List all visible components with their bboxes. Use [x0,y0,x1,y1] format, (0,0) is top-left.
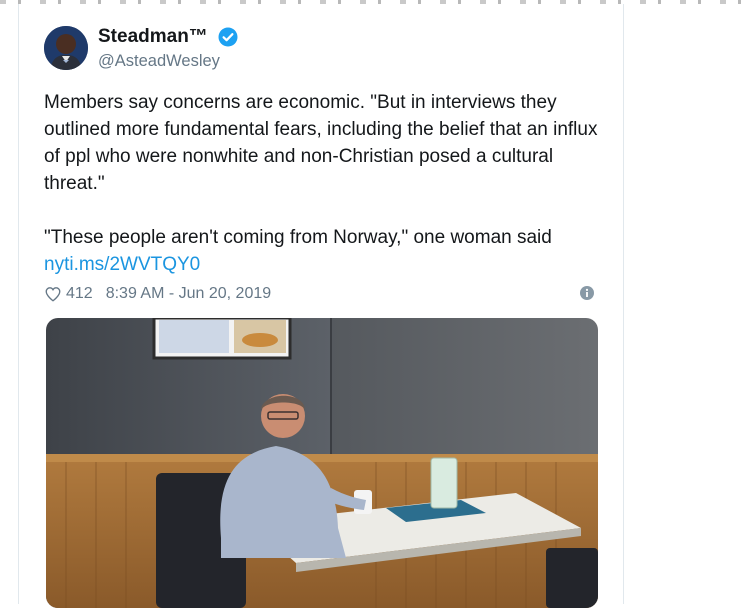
info-icon[interactable] [580,286,594,300]
tweet-photo[interactable] [46,318,598,608]
tweet-body: Members say concerns are economic. "But … [44,89,604,278]
tweet-link[interactable]: nyti.ms/2WVTQY0 [44,251,604,278]
author-name[interactable]: Steadman™ [98,26,208,48]
tweet-text-paragraph-1: Members say concerns are economic. "But … [44,92,598,194]
verified-badge-icon [218,27,238,47]
author-handle[interactable]: @AsteadWesley [98,52,220,71]
tweet-text-paragraph-2: "These people aren't coming from Norway,… [44,227,552,248]
tweet-card: Steadman™ @AsteadWesley Members say conc… [18,4,624,608]
like-count[interactable]: 412 [66,285,93,303]
heart-icon[interactable] [44,285,62,303]
tweet-meta-row: 412 8:39 AM - Jun 20, 2019 [44,282,604,306]
tweet-timestamp[interactable]: 8:39 AM - Jun 20, 2019 [106,285,271,303]
avatar[interactable] [44,26,88,70]
